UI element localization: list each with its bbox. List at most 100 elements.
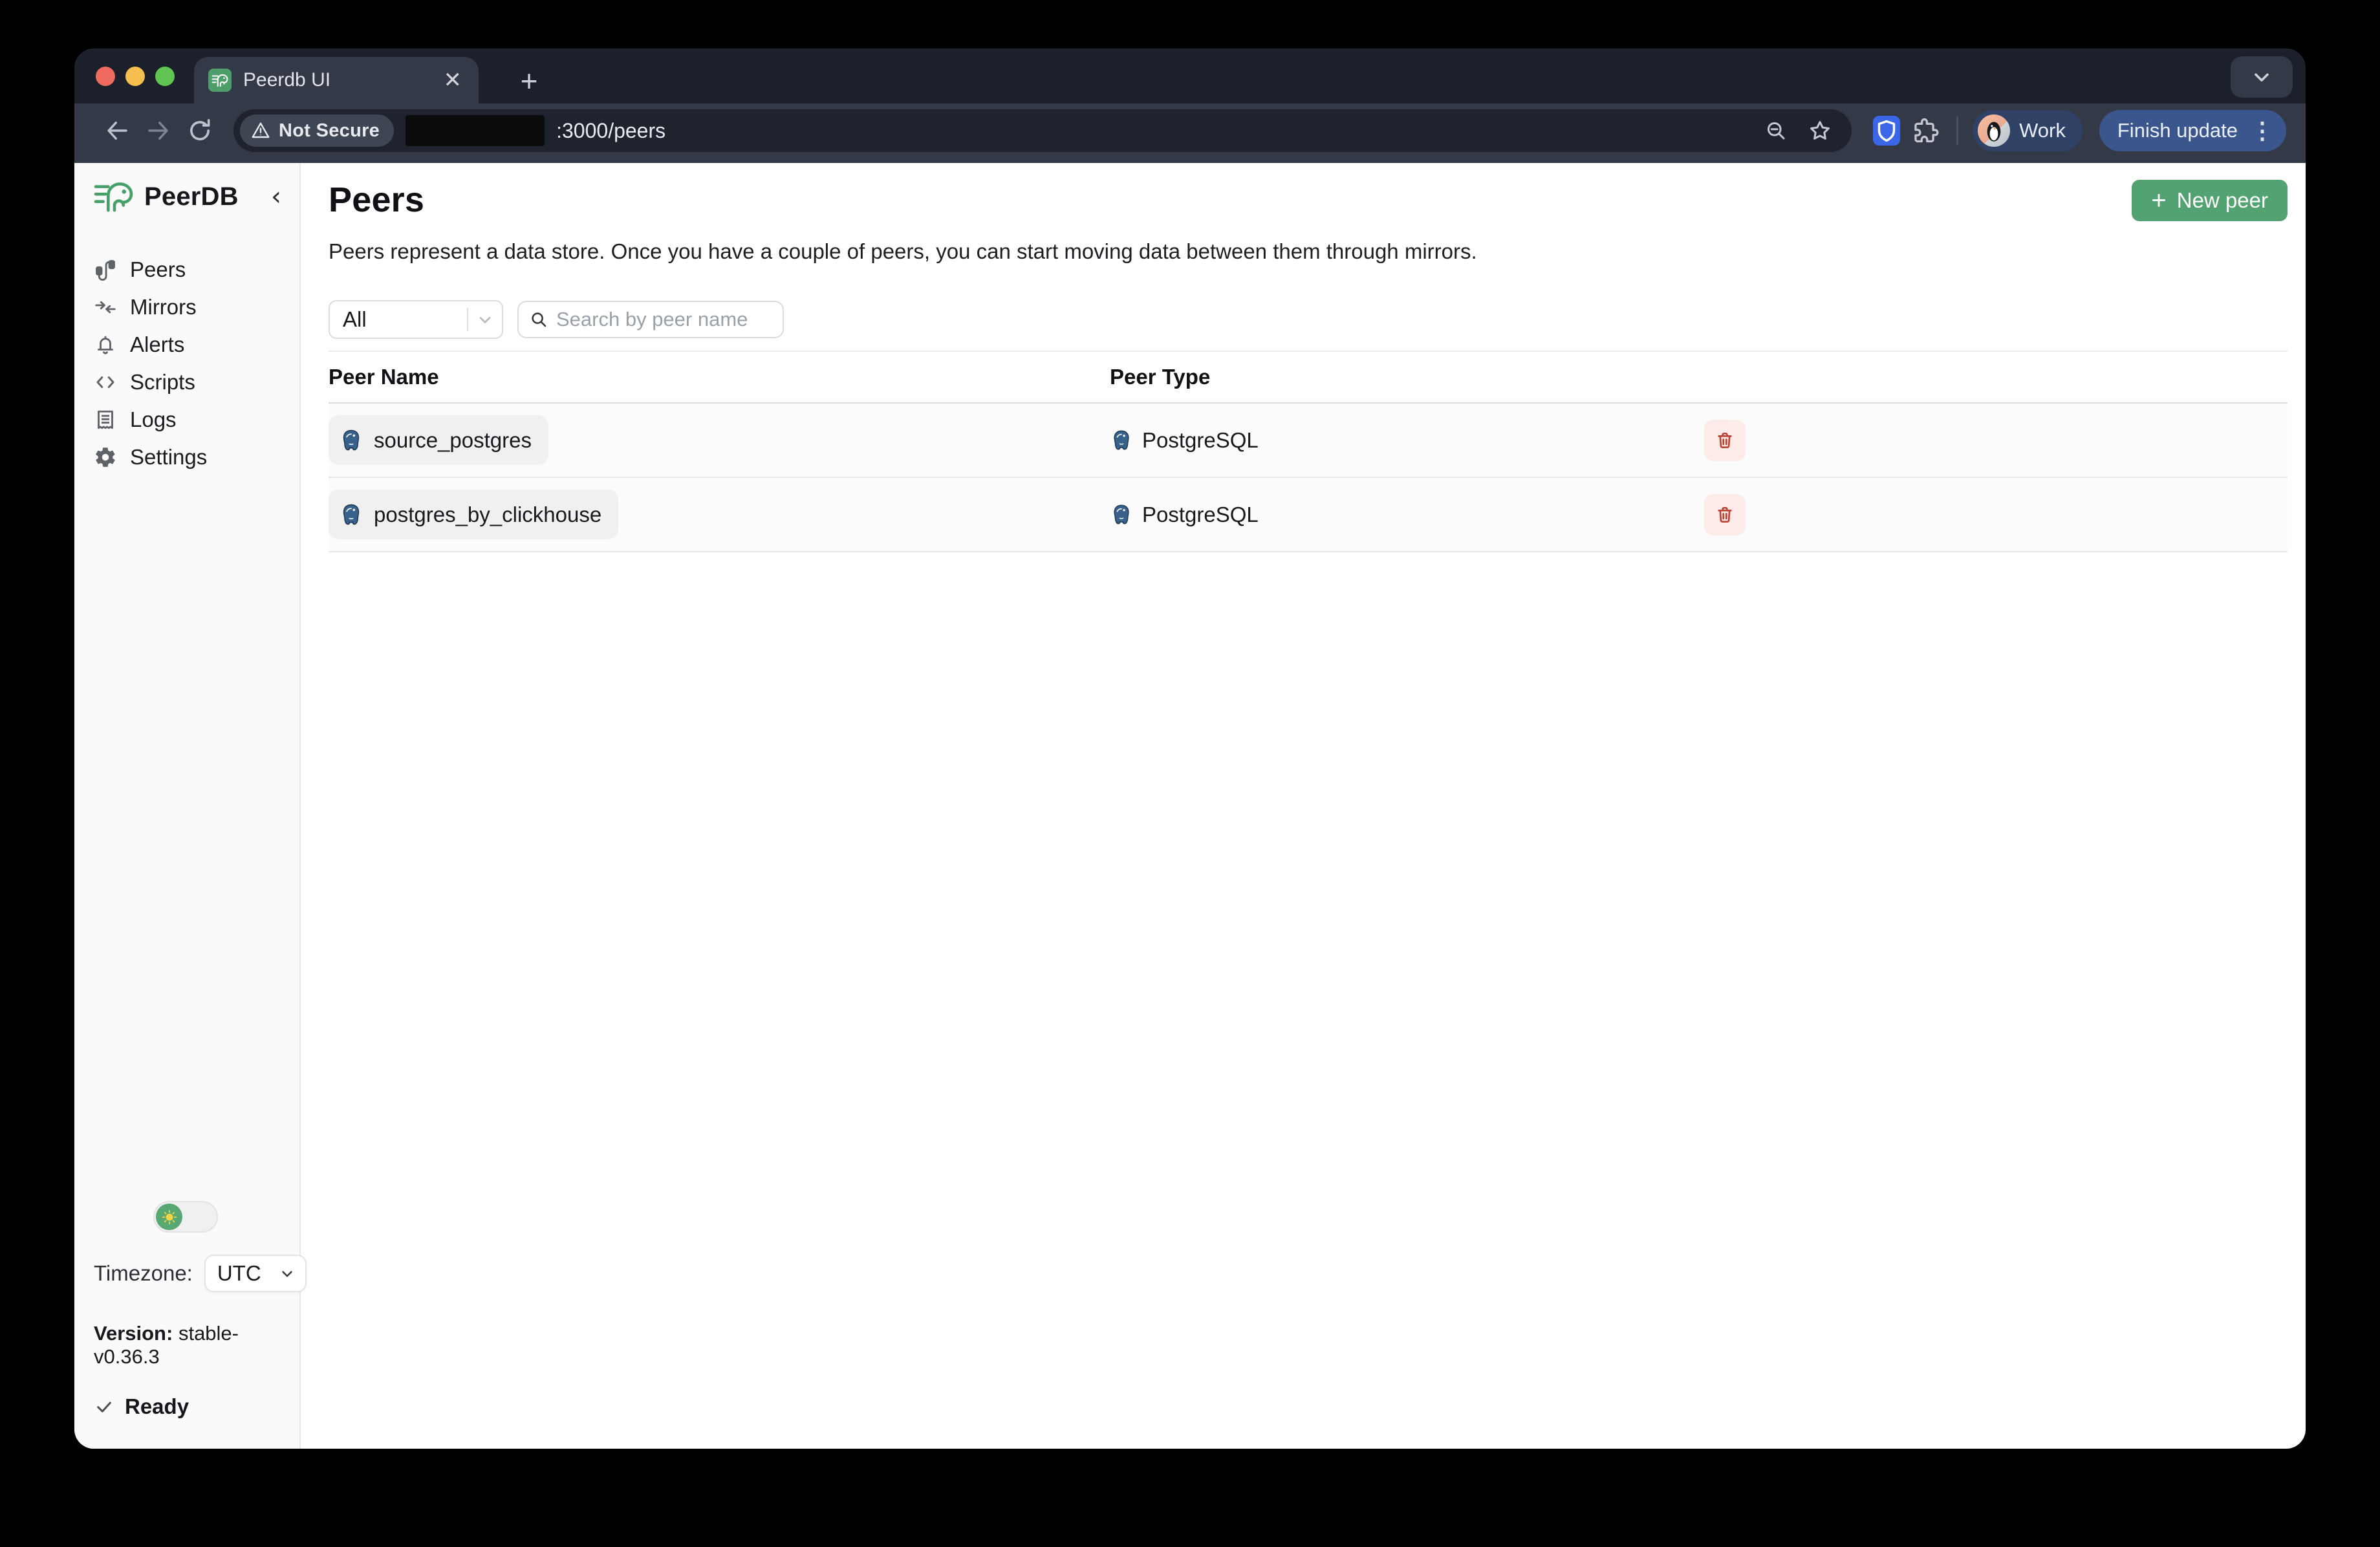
browser-window: Peerdb UI ✕ + Not Secure bbox=[74, 49, 2306, 1449]
main-panel: Peers + New peer Peers represent a data … bbox=[301, 163, 2306, 1449]
sidebar-item-peers[interactable]: Peers bbox=[94, 251, 299, 288]
chevron-down-icon bbox=[278, 1264, 296, 1282]
zoom-out-icon[interactable] bbox=[1760, 114, 1792, 147]
plug-cable-icon bbox=[94, 258, 117, 281]
table-row: postgres_by_clickhouse PostgreSQL bbox=[329, 478, 2288, 552]
peer-type: PostgreSQL bbox=[1142, 503, 1259, 527]
peer-link[interactable]: source_postgres bbox=[329, 415, 548, 465]
peer-name: postgres_by_clickhouse bbox=[374, 503, 601, 527]
reload-icon bbox=[186, 117, 213, 144]
sidebar-item-alerts[interactable]: Alerts bbox=[94, 326, 299, 363]
peers-table: Peer Name Peer Type source_postgres bbox=[329, 351, 2288, 552]
new-tab-button[interactable]: + bbox=[511, 63, 547, 99]
browser-tab[interactable]: Peerdb UI ✕ bbox=[194, 57, 479, 103]
sidebar-collapse-button[interactable]: ‹ bbox=[267, 184, 285, 210]
chevron-down-icon bbox=[468, 310, 502, 329]
arrows-converge-icon bbox=[94, 296, 117, 319]
sidebar-nav: Peers Mirrors Alerts bbox=[94, 251, 299, 476]
search-input[interactable] bbox=[556, 308, 772, 331]
browser-menu-icon[interactable]: ⋮ bbox=[2251, 117, 2275, 144]
password-manager-extension-icon[interactable] bbox=[1870, 112, 1903, 149]
warning-triangle-icon bbox=[250, 120, 271, 141]
filter-row: All bbox=[329, 300, 2288, 339]
address-bar[interactable]: Not Secure :3000/peers bbox=[233, 109, 1852, 152]
profile-button[interactable]: Work bbox=[1973, 110, 2082, 151]
maximize-window-button[interactable] bbox=[155, 67, 175, 86]
new-peer-button[interactable]: + New peer bbox=[2132, 180, 2288, 221]
chevron-down-icon bbox=[2250, 65, 2273, 89]
peer-name: source_postgres bbox=[374, 428, 532, 453]
arrow-right-icon bbox=[145, 117, 172, 144]
gear-icon bbox=[94, 446, 117, 469]
sidebar-item-label: Mirrors bbox=[130, 295, 197, 319]
code-icon bbox=[94, 371, 117, 394]
delete-peer-button[interactable] bbox=[1704, 420, 1746, 461]
sidebar-item-label: Peers bbox=[130, 257, 186, 282]
search-box bbox=[517, 301, 784, 338]
window-controls bbox=[96, 67, 175, 86]
redacted-host bbox=[406, 115, 545, 146]
page-title: Peers bbox=[329, 180, 424, 220]
version-label: Version: bbox=[94, 1322, 173, 1345]
bookmark-star-icon[interactable] bbox=[1804, 114, 1836, 147]
trash-icon bbox=[1715, 430, 1735, 451]
page-description: Peers represent a data store. Once you h… bbox=[329, 239, 2288, 264]
sidebar-footer: Timezone: UTC Version: stable-v0.36.3 Re… bbox=[94, 1201, 299, 1419]
arrow-left-icon bbox=[103, 117, 131, 144]
tab-title: Peerdb UI bbox=[243, 69, 429, 91]
reload-button[interactable] bbox=[182, 113, 218, 149]
bell-icon bbox=[94, 333, 117, 356]
extensions-puzzle-icon[interactable] bbox=[1909, 112, 1942, 149]
table-row: source_postgres PostgreSQL bbox=[329, 404, 2288, 478]
tab-search-button[interactable] bbox=[2231, 56, 2293, 98]
toolbar-separator bbox=[1956, 116, 1958, 145]
close-window-button[interactable] bbox=[96, 67, 115, 86]
peerdb-logo-icon bbox=[94, 180, 134, 213]
sidebar-item-label: Scripts bbox=[130, 370, 195, 395]
theme-toggle[interactable] bbox=[153, 1201, 218, 1233]
not-secure-badge[interactable]: Not Secure bbox=[240, 114, 394, 147]
sun-icon bbox=[161, 1209, 178, 1226]
sidebar-item-scripts[interactable]: Scripts bbox=[94, 363, 299, 401]
minimize-window-button[interactable] bbox=[125, 67, 145, 86]
table-header: Peer Name Peer Type bbox=[329, 352, 2288, 404]
penguin-icon bbox=[1983, 118, 2005, 143]
sidebar-item-mirrors[interactable]: Mirrors bbox=[94, 288, 299, 326]
postgresql-icon bbox=[339, 428, 363, 453]
new-peer-label: New peer bbox=[2177, 188, 2268, 213]
desktop-background: Peerdb UI ✕ + Not Secure bbox=[0, 0, 2380, 1547]
peer-type: PostgreSQL bbox=[1142, 428, 1259, 453]
light-mode-knob bbox=[156, 1204, 182, 1230]
finish-update-button[interactable]: Finish update ⋮ bbox=[2099, 110, 2286, 151]
trash-icon bbox=[1715, 504, 1735, 525]
receipt-icon bbox=[94, 408, 117, 431]
column-header-peer-type: Peer Type bbox=[1110, 365, 1704, 389]
plus-icon: + bbox=[2151, 188, 2166, 213]
tab-strip: Peerdb UI ✕ + bbox=[74, 49, 2306, 103]
timezone-select[interactable]: UTC bbox=[204, 1255, 307, 1292]
profile-avatar bbox=[1978, 114, 2010, 147]
postgresql-icon bbox=[339, 503, 363, 527]
postgresql-icon bbox=[1110, 429, 1133, 452]
brand-row: PeerDB ‹ bbox=[94, 176, 299, 217]
back-button[interactable] bbox=[99, 113, 135, 149]
timezone-label: Timezone: bbox=[94, 1261, 193, 1286]
version-row: Version: stable-v0.36.3 bbox=[94, 1322, 299, 1368]
page-content: PeerDB ‹ Peers bbox=[74, 163, 2306, 1449]
search-icon bbox=[529, 310, 548, 329]
forward-button[interactable] bbox=[140, 113, 177, 149]
finish-update-label: Finish update bbox=[2117, 119, 2238, 142]
peer-type-cell: PostgreSQL bbox=[1110, 503, 1704, 527]
column-header-peer-name: Peer Name bbox=[329, 365, 1110, 389]
peer-type-filter[interactable]: All bbox=[329, 300, 503, 339]
sidebar-item-label: Settings bbox=[130, 445, 207, 470]
peer-type-cell: PostgreSQL bbox=[1110, 428, 1704, 453]
tab-close-button[interactable]: ✕ bbox=[441, 69, 465, 91]
sidebar-item-logs[interactable]: Logs bbox=[94, 401, 299, 438]
peer-link[interactable]: postgres_by_clickhouse bbox=[329, 490, 618, 539]
delete-peer-button[interactable] bbox=[1704, 494, 1746, 536]
sidebar-item-settings[interactable]: Settings bbox=[94, 438, 299, 476]
postgresql-icon bbox=[1110, 503, 1133, 526]
filter-value: All bbox=[330, 307, 467, 332]
brand-name: PeerDB bbox=[144, 182, 239, 211]
